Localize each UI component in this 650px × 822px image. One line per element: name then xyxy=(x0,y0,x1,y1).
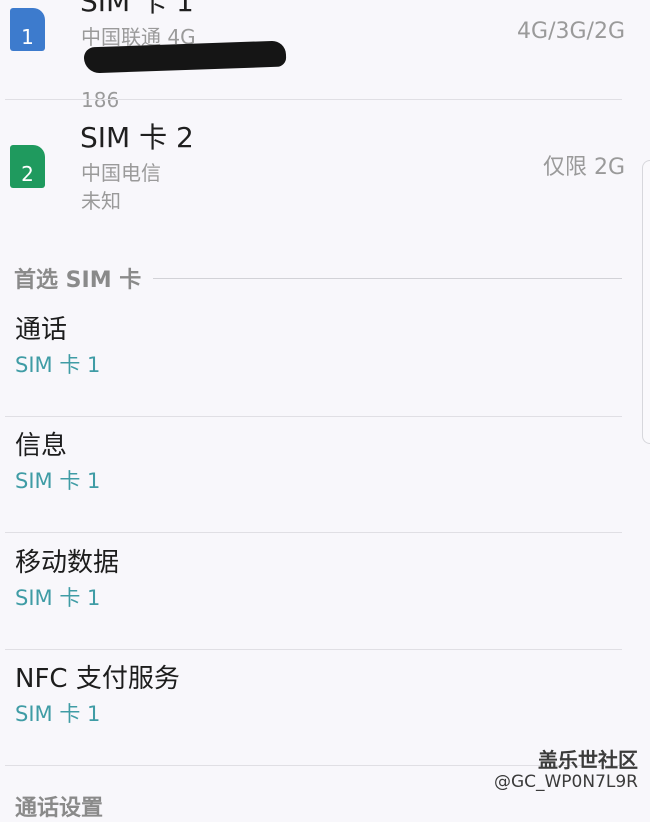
setting-mobile-data-value: SIM 卡 1 xyxy=(15,586,101,610)
watermark-brand: 盖乐世社区 xyxy=(538,748,638,772)
preferred-sim-section-header: 首选 SIM 卡 xyxy=(14,262,622,294)
sim-card-2-name: SIM 卡 2 xyxy=(80,121,194,154)
sim-card-2-row[interactable]: 2 SIM 卡 2 中国电信 未知 仅限 2G xyxy=(0,100,650,230)
setting-nfc-payment-title: NFC 支付服务 xyxy=(15,664,180,694)
setting-messages-value: SIM 卡 1 xyxy=(15,469,101,493)
setting-calls-value: SIM 卡 1 xyxy=(15,353,101,377)
sim-card-2-icon: 2 xyxy=(10,145,45,188)
setting-calls-title: 通话 xyxy=(15,315,68,345)
sim-card-1-icon-label: 1 xyxy=(21,25,34,49)
setting-messages[interactable]: 信息 SIM 卡 1 xyxy=(0,417,650,533)
setting-mobile-data[interactable]: 移动数据 SIM 卡 1 xyxy=(0,534,650,650)
setting-nfc-payment-value: SIM 卡 1 xyxy=(15,702,101,726)
sim-card-2-icon-label: 2 xyxy=(21,162,34,186)
section-title: 首选 SIM 卡 xyxy=(14,268,142,293)
sim-card-2-network: 仅限 2G xyxy=(542,155,625,180)
redaction-scribble xyxy=(83,40,287,74)
call-settings-section-title: 通话设置 xyxy=(15,796,104,821)
setting-messages-title: 信息 xyxy=(15,431,68,461)
watermark-handle: @GC_WP0N7L9R xyxy=(493,772,638,792)
section-divider xyxy=(153,277,622,279)
sim-card-1-network: 4G/3G/2G xyxy=(517,19,625,44)
setting-mobile-data-title: 移动数据 xyxy=(15,548,120,578)
row-divider xyxy=(5,765,622,766)
setting-calls[interactable]: 通话 SIM 卡 1 xyxy=(0,301,650,417)
row-divider xyxy=(5,532,622,533)
sim-card-2-number: 未知 xyxy=(81,189,121,213)
sim-card-1-icon: 1 xyxy=(10,8,45,51)
sim-card-1-name: SIM 卡 1 xyxy=(80,0,194,18)
scrollbar[interactable] xyxy=(642,160,650,444)
sim-card-1-row[interactable]: 1 SIM 卡 1 中国联通 4G 186 4G/3G/2G xyxy=(0,0,650,110)
sim-card-2-carrier: 中国电信 xyxy=(81,161,161,185)
